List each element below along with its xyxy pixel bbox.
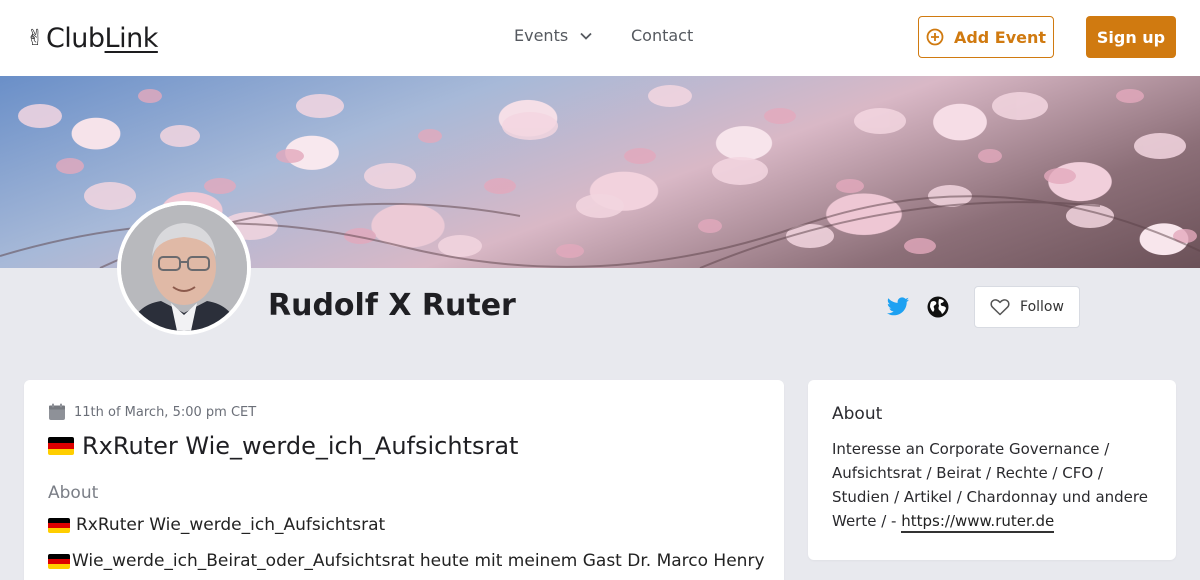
add-event-button[interactable]: Add Event <box>918 16 1054 58</box>
person-portrait-illustration <box>121 205 247 331</box>
signup-button[interactable]: Sign up <box>1086 16 1176 58</box>
nav-events-dropdown[interactable]: Events <box>514 26 592 45</box>
german-flag-icon <box>48 517 70 533</box>
event-date: 11th of March, 5:00 pm CET <box>48 403 256 421</box>
main-nav: Events Contact <box>514 26 693 45</box>
signup-label: Sign up <box>1096 27 1166 47</box>
event-date-text: 11th of March, 5:00 pm CET <box>74 404 257 420</box>
about-card: About Interesse an Corporate Governance … <box>808 380 1176 560</box>
event-description-text: RxRuter Wie_werde_ich_Aufsichtsrat <box>76 515 386 535</box>
top-navbar: ✌ Club Link Events Contact Add Event Sign… <box>0 0 1200 76</box>
follow-label: Follow <box>1020 299 1064 315</box>
event-title-text: RxRuter Wie_werde_ich_Aufsichtsrat <box>82 432 519 460</box>
event-description-line: Wie_werde_ich_Beirat_oder_Aufsichtsrat h… <box>48 551 765 571</box>
heart-icon <box>990 299 1010 316</box>
event-description-text: Wie_werde_ich_Beirat_oder_Aufsichtsrat h… <box>72 551 765 571</box>
victory-hand-icon: ✌ <box>26 25 44 51</box>
profile-name: Rudolf X Ruter <box>268 288 516 323</box>
chevron-down-icon <box>580 32 592 40</box>
german-flag-icon <box>48 553 70 569</box>
logo-text-link: Link <box>104 22 159 54</box>
profile-avatar <box>117 201 251 335</box>
avatar-photo <box>121 205 247 331</box>
globe-icon[interactable] <box>926 295 950 319</box>
follow-button[interactable]: Follow <box>974 286 1080 328</box>
twitter-icon[interactable] <box>886 295 910 319</box>
event-card[interactable]: 11th of March, 5:00 pm CET RxRuter Wie_w… <box>24 380 784 580</box>
event-title[interactable]: RxRuter Wie_werde_ich_Aufsichtsrat <box>48 432 518 460</box>
calendar-icon <box>49 403 65 420</box>
event-description-line: RxRuter Wie_werde_ich_Aufsichtsrat <box>48 515 385 535</box>
event-about-heading: About <box>48 483 99 503</box>
plus-circle-icon <box>926 28 944 46</box>
about-text: Interesse an Corporate Governance / Aufs… <box>832 437 1152 533</box>
add-event-label: Add Event <box>953 27 1047 47</box>
about-heading: About <box>832 404 883 424</box>
clublink-logo[interactable]: ✌ Club Link <box>26 22 158 54</box>
german-flag-icon <box>48 437 74 455</box>
nav-events-label: Events <box>514 26 569 45</box>
logo-text-club: Club <box>45 22 105 54</box>
website-link[interactable]: https://www.ruter.de <box>901 512 1055 533</box>
nav-contact-link[interactable]: Contact <box>631 26 693 45</box>
